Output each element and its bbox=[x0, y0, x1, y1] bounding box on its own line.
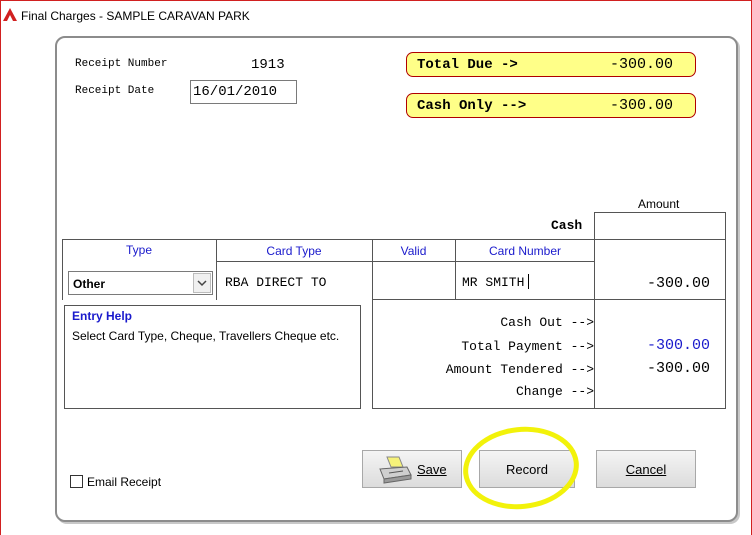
card-number-field[interactable]: MR SMITH bbox=[462, 275, 524, 290]
type-select-value: Other bbox=[73, 277, 106, 291]
cancel-button-label: Cancel bbox=[625, 462, 667, 477]
printer-icon bbox=[379, 456, 412, 484]
save-button[interactable]: Save bbox=[362, 450, 462, 488]
valid-field[interactable] bbox=[375, 275, 453, 293]
email-receipt-label[interactable]: Email Receipt bbox=[87, 475, 161, 489]
app-icon bbox=[3, 8, 17, 21]
column-header-type: Type bbox=[125, 243, 152, 257]
grid-line bbox=[594, 299, 595, 409]
amount-tendered-label: Amount Tendered --> bbox=[445, 362, 594, 377]
grid-line bbox=[725, 212, 726, 300]
chevron-down-icon bbox=[197, 280, 207, 287]
amount-tendered-value: -300.00 bbox=[646, 360, 710, 377]
receipt-date-label: Receipt Date bbox=[75, 85, 155, 97]
cash-only-label: Cash Only --> bbox=[417, 98, 527, 114]
grid-line bbox=[216, 261, 595, 262]
type-select[interactable]: Other bbox=[68, 271, 213, 295]
cash-amount-field[interactable] bbox=[595, 212, 726, 240]
receipt-number-label: Receipt Number bbox=[75, 58, 168, 70]
column-header-card-number: Card Number bbox=[488, 244, 562, 258]
type-select-button[interactable] bbox=[193, 273, 211, 293]
receipt-date-field[interactable]: 16/01/2010 bbox=[190, 80, 297, 104]
title-bar: Final Charges - SAMPLE CARAVAN PARK bbox=[0, 0, 752, 29]
window-title: Final Charges - SAMPLE CARAVAN PARK bbox=[21, 9, 250, 23]
grid-line bbox=[62, 239, 726, 240]
column-header-valid: Valid bbox=[400, 244, 427, 258]
amount-header: Amount bbox=[638, 197, 680, 211]
total-payment-label: Total Payment --> bbox=[461, 339, 594, 354]
email-receipt-checkbox[interactable] bbox=[70, 475, 83, 488]
total-due-value: -300.00 bbox=[609, 56, 673, 73]
cash-only-value: -300.00 bbox=[609, 97, 673, 114]
cash-only-pill: Cash Only --> -300.00 bbox=[406, 93, 696, 118]
row-amount-field[interactable]: -300.00 bbox=[600, 275, 710, 292]
grid-line bbox=[594, 212, 726, 213]
entry-help-text: Select Card Type, Cheque, Travellers Che… bbox=[72, 329, 340, 343]
total-due-pill: Total Due -> -300.00 bbox=[406, 52, 696, 77]
entry-help-title: Entry Help bbox=[72, 309, 133, 323]
total-due-label: Total Due -> bbox=[417, 57, 518, 73]
card-type-field[interactable]: RBA DIRECT TO bbox=[225, 275, 326, 290]
cancel-button[interactable]: Cancel bbox=[596, 450, 696, 488]
cash-out-label: Cash Out --> bbox=[500, 315, 594, 330]
receipt-number-value: 1913 bbox=[251, 57, 285, 73]
column-header-card-type: Card Type bbox=[266, 244, 322, 258]
cash-label: Cash bbox=[551, 218, 583, 233]
text-cursor bbox=[528, 274, 529, 289]
window-frame-left bbox=[0, 29, 1, 535]
total-payment-value: -300.00 bbox=[646, 337, 710, 354]
entry-help-box: Entry Help Select Card Type, Cheque, Tra… bbox=[64, 305, 361, 409]
change-label: Change --> bbox=[515, 384, 594, 399]
save-button-label: Save bbox=[417, 462, 447, 477]
